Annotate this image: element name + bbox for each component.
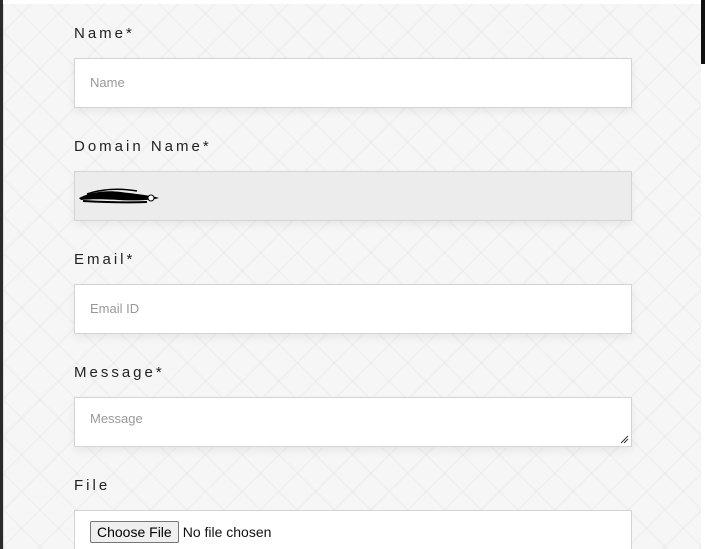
page: Name* Name Domain Name* Email* Email ID … xyxy=(0,0,705,549)
resize-handle-icon[interactable] xyxy=(619,434,629,444)
form-panel: Name* Name Domain Name* Email* Email ID … xyxy=(3,4,701,549)
choose-file-button[interactable]: Choose File xyxy=(90,521,179,543)
email-label: Email* xyxy=(74,251,136,268)
file-label: File xyxy=(74,477,111,494)
file-input: Choose File No file chosen xyxy=(74,510,632,549)
domain-name-label: Domain Name* xyxy=(74,138,212,155)
right-edge-divider xyxy=(701,0,705,64)
domain-name-field xyxy=(74,171,632,221)
message-label: Message* xyxy=(74,364,165,381)
email-input[interactable]: Email ID xyxy=(74,284,632,334)
message-textarea[interactable]: Message xyxy=(74,397,632,447)
redacted-scribble-icon xyxy=(79,188,159,204)
file-status-text: No file chosen xyxy=(182,524,272,540)
name-input[interactable]: Name xyxy=(74,58,632,108)
message-placeholder: Message xyxy=(90,411,143,426)
name-label: Name* xyxy=(74,25,135,42)
